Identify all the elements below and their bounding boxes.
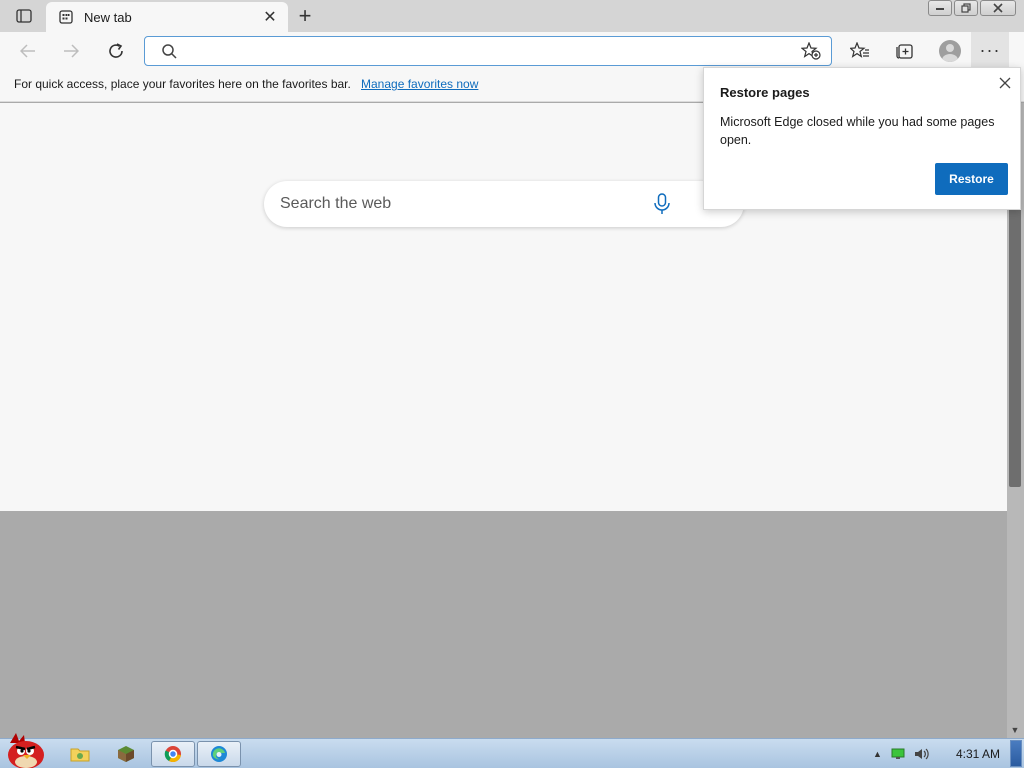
more-menu-button[interactable]: ··· (971, 32, 1009, 68)
back-arrow-icon (20, 44, 35, 58)
web-search-input[interactable] (280, 193, 640, 215)
close-window-button[interactable] (980, 0, 1016, 16)
taskbar-edge[interactable] (197, 741, 241, 767)
refresh-button[interactable] (102, 37, 130, 65)
popup-message: Microsoft Edge closed while you had some… (720, 115, 995, 147)
toolbar: ··· (0, 32, 1024, 70)
collections-icon (896, 44, 913, 59)
window-controls (928, 0, 1016, 16)
chrome-icon (164, 746, 181, 763)
web-search-box[interactable] (264, 181, 744, 227)
tab-new-tab[interactable]: New tab ✕ (46, 2, 288, 32)
tab-strip: New tab ✕ + (0, 0, 1024, 32)
search-icon (162, 44, 177, 59)
taskbar-chrome[interactable] (151, 741, 195, 767)
manage-favorites-link[interactable]: Manage favorites now (361, 77, 478, 91)
start-button[interactable] (2, 731, 48, 768)
tray-overflow-icon[interactable]: ▲ (873, 749, 882, 759)
folder-icon (70, 748, 90, 762)
restore-pages-popup: Restore pages Microsoft Edge closed whil… (703, 67, 1021, 210)
scroll-down-button[interactable]: ▼ (1009, 724, 1021, 736)
tab-close-button[interactable]: ✕ (258, 5, 282, 29)
favorites-icon (850, 42, 869, 58)
restore-window-button[interactable] (954, 0, 978, 16)
minimize-button[interactable] (928, 0, 952, 16)
popup-title: Restore pages (720, 85, 810, 100)
favorites-button[interactable] (846, 37, 874, 65)
forward-button[interactable] (57, 37, 85, 65)
profile-button[interactable] (936, 37, 964, 65)
profile-icon (939, 40, 961, 62)
taskbar-explorer[interactable] (58, 741, 102, 767)
minecraft-icon (118, 746, 134, 762)
close-icon (999, 77, 1011, 89)
network-icon[interactable] (890, 747, 906, 761)
add-favorite-icon[interactable] (801, 42, 821, 60)
refresh-icon (109, 43, 123, 58)
clock[interactable]: 4:31 AM (956, 747, 1000, 761)
tab-actions-button[interactable] (8, 6, 40, 26)
microphone-icon[interactable] (652, 193, 672, 215)
address-input[interactable] (181, 41, 781, 61)
taskbar: ▲ 4:31 AM (0, 733, 1024, 768)
tab-actions-icon (16, 9, 32, 23)
popup-close-button[interactable] (996, 74, 1014, 92)
new-tab-button[interactable]: + (292, 3, 318, 28)
volume-icon[interactable] (914, 747, 930, 761)
show-desktop-button[interactable] (1010, 740, 1022, 767)
favorites-bar-hint: For quick access, place your favorites h… (14, 77, 351, 91)
edge-icon (211, 746, 227, 762)
taskbar-minecraft[interactable] (104, 741, 148, 767)
address-bar[interactable] (144, 36, 832, 66)
new-tab-page-icon (58, 9, 74, 25)
forward-arrow-icon (64, 44, 79, 58)
collections-button[interactable] (890, 37, 918, 65)
restore-button[interactable]: Restore (935, 163, 1008, 195)
angry-bird-start-icon (8, 733, 44, 768)
back-button[interactable] (14, 37, 42, 65)
system-tray: ▲ 4:31 AM (873, 739, 1000, 768)
tab-title: New tab (84, 9, 132, 25)
